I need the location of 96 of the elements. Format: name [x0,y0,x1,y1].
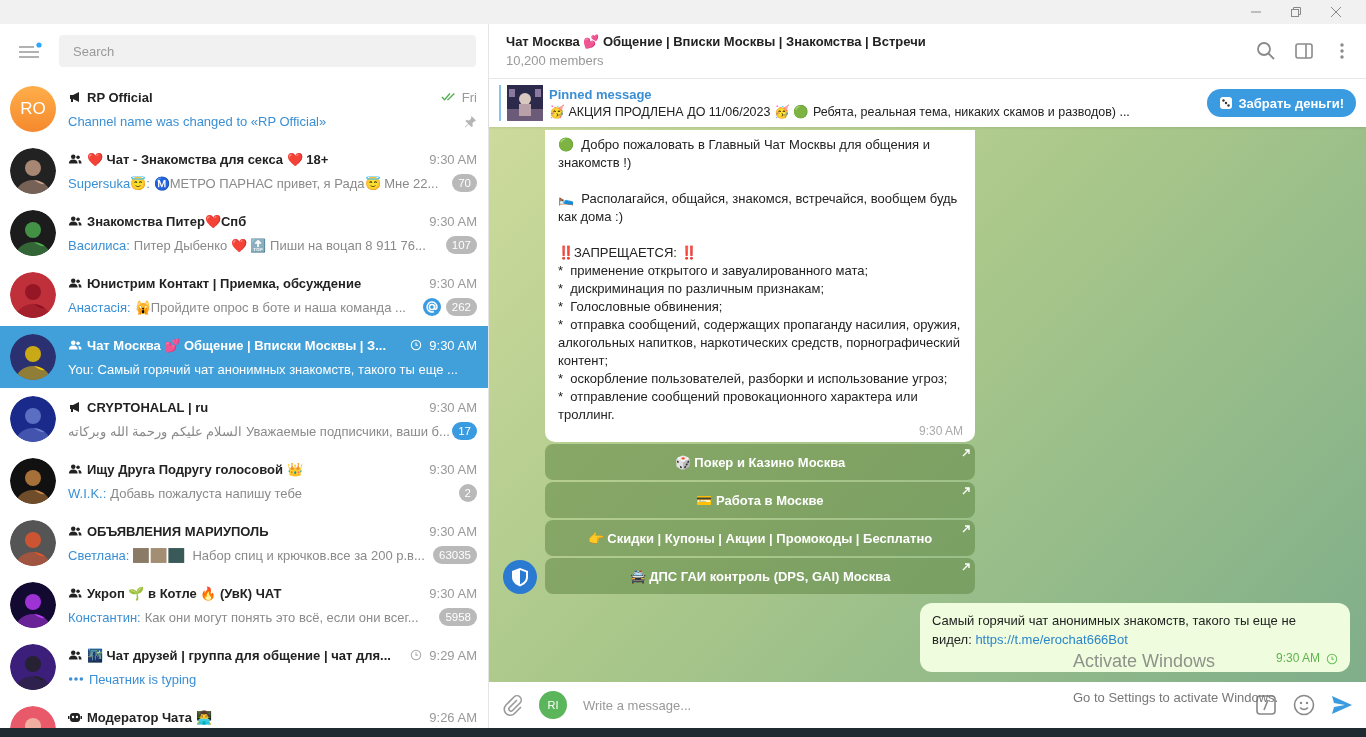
chat-name: Ищу Друга Подругу голосовой 👑 [87,461,304,477]
chat-time: 9:30 AM [429,399,477,415]
chat-name: ❤ Чат - Знакомства для секса ❤ 18+ [87,151,330,167]
group-icon [68,463,82,475]
chat-list-item[interactable]: RO RP Official Fri Channel name was changed to «RP Official» [0,78,488,140]
external-arrow-icon [962,525,970,533]
unread-badge: 70 [452,174,477,192]
group-icon [68,587,82,599]
search-icon[interactable] [1256,41,1276,61]
chat-time: 9:30 AM [429,213,477,229]
pinned-message-bar[interactable]: Pinned message 🥳 АКЦИЯ ПРОДЛЕНА ДО 11/06/2023 🥳 🟢 Ребята, реальная тема, никаких скамов и разводов) ... Забрать деньги! [489,79,1366,127]
dice-icon [1219,96,1234,110]
message-preview: Channel name was changed to «RP Official» [68,113,327,129]
chat-time: 9:30 AM [429,585,477,601]
message-preview: ⓂМЕТРО ПАРНАС привет, я Рада😇 Мне 22... [153,175,439,191]
member-count: 10,200 members [506,53,605,68]
group-icon [68,339,82,351]
message-preview: Самый горячий чат анонимных знакомств, такого ты еще ... [97,361,458,377]
send-icon[interactable] [1330,693,1354,717]
clock-icon [1326,652,1338,665]
external-arrow-icon [962,449,970,457]
chat-list-item[interactable]: Ищу Друга Подругу голосовой 👑 9:30 AM W.I.K.: Добавь пожалуста напишу тебе 2 [0,450,488,512]
group-icon [68,525,82,537]
sender-name: Константин: [68,609,141,625]
chat-time: 9:29 AM [429,647,477,663]
sender-name: Светлана: [68,547,130,563]
close-icon[interactable] [1330,6,1342,18]
chat-time: 9:30 AM [429,461,477,477]
message-preview: Набор спиц и крючков.все за 200 р.в... [192,547,425,563]
chat-time: 9:30 AM [429,151,477,167]
message-time: 9:30 AM [918,424,963,438]
external-arrow-icon [962,487,970,495]
message-preview: Как они могут понять это всё, если они всег... [144,609,419,625]
chat-name: Юнистрим Контакт | Приемка, обсуждение [87,275,363,291]
megaphone-icon [68,401,82,413]
activation-notice-title: Activate Windows [1073,651,1216,672]
message-text: Самый горячий чат анонимных знакомств, такого ты еще не видел: https://t.me/erochat666Bot [932,612,1297,649]
chat-list-item[interactable]: ОБЪЯВЛЕНИЯ МАРИУПОЛЬ 9:30 AM Светлана: Набор спиц и крючков.все за 200 р.в... 63035 [0,512,488,574]
message-preview: Питер Дыбенко ❤ 🔝 Пиши на воцап 8 911 76... [133,237,426,253]
chat-title: Чат Москва 💕 Общение | Вписки Москвы | Знакомства | Встречи [506,34,927,49]
chat-name: Знакомства Питер❤Спб [87,213,248,229]
chat-list-item[interactable]: ❤ Чат - Знакомства для секса ❤ 18+ 9:30 AM Supersuka😇: ⓂМЕТРО ПАРНАС привет, я Рада😇 Мне 22... 70 [0,140,488,202]
pinned-text: 🥳 АКЦИЯ ПРОДЛЕНА ДО 11/06/2023 🥳 🟢 Ребята, реальная тема, никаких скамов и разводов) ... [549,104,1131,119]
menu-icon[interactable] [18,42,42,60]
chat-name: RP Official [87,89,154,105]
chat-name: Модератор Чата 👨‍💻 [87,709,213,725]
search-field[interactable]: Search [59,35,476,67]
chat-list-item[interactable]: Знакомства Питер❤Спб 9:30 AM Василиса: Питер Дыбенко ❤ 🔝 Пиши на воцап 8 911 76... 107 [0,202,488,264]
sender-name: Supersuka😇: [68,175,150,191]
group-icon [68,277,82,289]
group-icon [68,215,82,227]
group-icon [68,153,82,165]
group-icon [68,649,82,661]
unread-badge: 5958 [439,608,477,626]
chat-name: 🌃 Чат друзей | группа для общение | чат для... [87,647,392,663]
restore-icon[interactable] [1290,6,1302,18]
pinned-label: Pinned message [549,87,653,102]
chat-list-item[interactable]: Укроп 🌱 в Котле 🔥 (УвК) ЧАТ 9:30 AM Константин: Как они могут понять это всё, если они всег... 5958 [0,574,488,636]
message-text: 🟢 Добро пожаловать в Главный Чат Москвы для общения и знакомств !) 🛌 Располагайся, общайся, знакомся, встречайся, вообщем будь как дома :) ‼ЗАПРЕЩАЕТСЯ: ‼ * применение открытого и завуалированного мата; * дискриминация по различным признакам; * Голословные обвинения; * отправка сообщений, содержащих пропаганду насилия, оружия, алкогольных напитков, наркотических средств, порнографический контент; * оскорбление пользователей, разборки и использование угроз; * отправление сообщений провокационного характера или троллинг. [558,136,962,424]
chat-name: CRYPTOHALAL | ru [87,399,210,415]
chat-time: 9:30 AM [429,275,477,291]
unread-badge: 2 [458,484,477,502]
sender-name: Василиса: [68,237,130,253]
message-time: 9:30 AM [1275,650,1320,667]
activation-notice-text: Go to Settings to activate Windows. [1073,690,1279,705]
sender-name: Анастасія: [68,299,131,315]
attach-icon[interactable] [501,693,525,717]
chat-name: Чат Москва 💕 Общение | Вписки Москвы | З... [87,337,388,353]
unread-badge: 17 [452,422,477,440]
unread-badge: 262 [445,298,477,316]
avatar: RI [539,691,567,719]
sender-name: You: [68,361,94,377]
message-link[interactable]: https://t.me/erochat666Bot [975,632,1128,647]
typing-text: Печатник is typing [89,671,197,687]
message-preview: Добавь пожалуста напишу тебе [110,485,302,501]
message-preview: السلام عليكم ورحمة الله وبركاته Уважаемые подписчики, ваши б... [68,423,450,439]
bot-icon [68,711,82,723]
typing-dots-icon [68,676,84,682]
emoji-icon[interactable] [1292,693,1316,717]
double-check-icon [440,91,457,103]
shield-avatar-icon [503,560,537,594]
unread-badge: 63035 [433,546,477,564]
external-arrow-icon [962,563,970,571]
avatar: RO [10,86,56,132]
chat-list-item[interactable]: 🌃 Чат друзей | группа для общение | чат для... 9:29 AM Печатник is typing [0,636,488,698]
message-preview: 🙀Пройдите опрос в боте и наша команда ... [134,299,406,315]
megaphone-icon [68,91,82,103]
sender-name: W.I.K.: [68,485,107,501]
chat-time: 9:26 AM [429,709,477,725]
chat-name: Укроп 🌱 в Котле 🔥 (УвК) ЧАТ [87,585,283,601]
chat-time: Fri [461,89,477,105]
sidebar-toggle-icon[interactable] [1294,41,1314,61]
chat-time: 9:30 AM [429,337,477,353]
chat-time: 9:30 AM [429,523,477,539]
unread-badge: 107 [445,236,477,254]
chat-name: ОБЪЯВЛЕНИЯ МАРИУПОЛЬ [87,523,270,539]
